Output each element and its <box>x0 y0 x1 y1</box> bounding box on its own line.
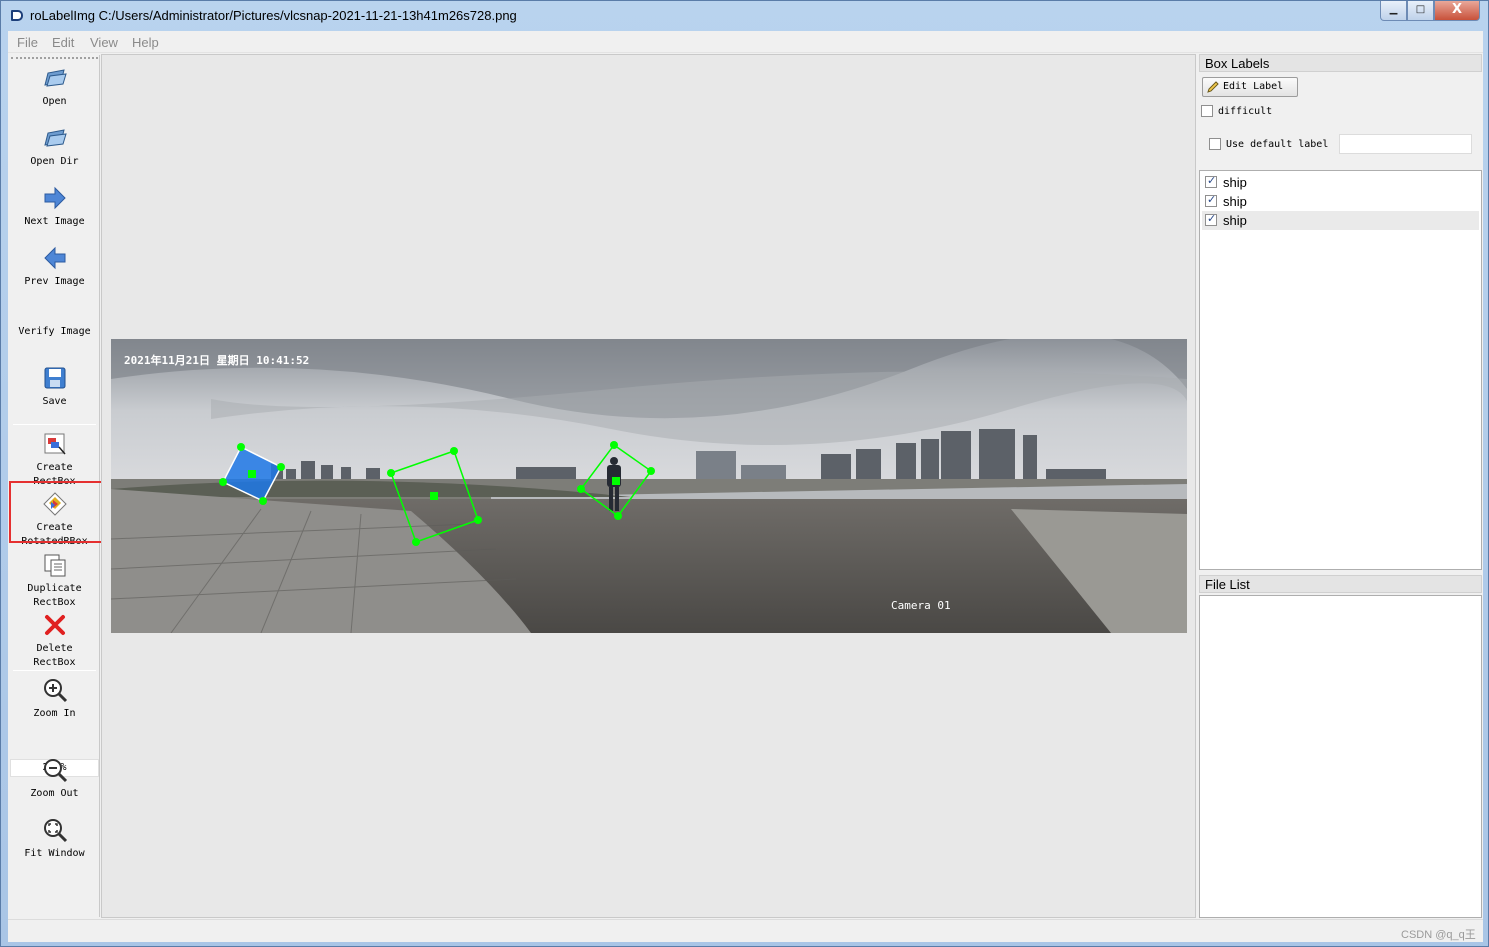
open-button[interactable]: Open <box>9 65 100 109</box>
menu-bar: File Edit View Help <box>8 31 1483 53</box>
file-list-title: File List <box>1199 575 1482 593</box>
window-title: roLabelImg C:/Users/Administrator/Pictur… <box>30 8 517 23</box>
list-item-selected[interactable]: ship <box>1202 211 1479 230</box>
prev-image-label: Prev Image <box>24 276 85 287</box>
label-text: ship <box>1223 213 1247 228</box>
edit-label-button[interactable]: Edit Label <box>1202 77 1298 97</box>
app-window: roLabelImg C:/Users/Administrator/Pictur… <box>0 0 1489 947</box>
save-label: Save <box>42 396 67 407</box>
annotated-image[interactable]: 2021年11月21日 星期日 10:41:52 Camera 01 <box>111 339 1187 633</box>
zoom-out-icon <box>43 759 67 783</box>
pencil-icon <box>1207 81 1219 93</box>
label-checkbox[interactable] <box>1205 174 1217 188</box>
title-bar[interactable]: roLabelImg C:/Users/Administrator/Pictur… <box>1 1 1488 31</box>
save-icon <box>44 367 65 389</box>
create-rectbox-label-1: Create <box>36 462 73 473</box>
create-box-icon <box>44 433 66 455</box>
zoom-out-label: Zoom Out <box>30 788 79 799</box>
red-highlight-box <box>9 481 103 543</box>
status-bar <box>8 919 1483 942</box>
label-text: ship <box>1223 194 1247 209</box>
fit-window-button[interactable]: Fit Window <box>9 817 100 861</box>
duplicate-rectbox-button[interactable]: Duplicate RectBox <box>9 552 100 610</box>
open-label: Open <box>42 96 67 107</box>
label-text: ship <box>1223 175 1247 190</box>
delete-rectbox-button[interactable]: Delete RectBox <box>9 612 100 670</box>
image-canvas[interactable]: 2021年11月21日 星期日 10:41:52 Camera 01 <box>101 54 1196 918</box>
app-icon <box>11 10 23 21</box>
verify-image-button[interactable]: Verify Image <box>9 325 100 339</box>
delete-x-icon <box>44 615 65 635</box>
duplicate-label-1: Duplicate <box>27 583 82 594</box>
delete-label-2: RectBox <box>33 657 76 668</box>
zoom-out-button[interactable]: Zoom Out <box>9 757 100 801</box>
menu-edit[interactable]: Edit <box>52 35 74 50</box>
menu-file[interactable]: File <box>17 35 38 50</box>
open-dir-label: Open Dir <box>30 156 79 167</box>
toolbar-separator <box>13 424 96 425</box>
delete-label-1: Delete <box>36 643 73 654</box>
arrow-left-icon <box>43 246 65 270</box>
default-label-input[interactable] <box>1339 134 1472 154</box>
image-camera-label: Camera 01 <box>891 599 951 612</box>
minimize-button[interactable]: ▁ <box>1380 1 1407 21</box>
maximize-button[interactable]: □ <box>1407 1 1434 21</box>
label-checkbox[interactable] <box>1205 212 1217 226</box>
difficult-label: difficult <box>1218 106 1273 117</box>
folder-open-icon <box>43 129 67 147</box>
fit-window-icon <box>43 819 67 843</box>
menu-help[interactable]: Help <box>132 35 159 50</box>
menu-view[interactable]: View <box>90 35 118 50</box>
use-default-label-checkbox[interactable] <box>1209 138 1221 150</box>
list-item[interactable]: ship <box>1202 173 1479 192</box>
zoom-in-label: Zoom In <box>33 708 76 719</box>
arrow-right-icon <box>44 186 66 210</box>
toolbar-separator <box>13 670 96 671</box>
save-button[interactable]: Save <box>9 365 100 409</box>
watermark-text: CSDN @q_q王 <box>1401 929 1476 941</box>
open-dir-button[interactable]: Open Dir <box>9 125 100 169</box>
difficult-checkbox[interactable] <box>1201 105 1213 117</box>
edit-label-text: Edit Label <box>1223 81 1284 92</box>
label-checkbox[interactable] <box>1205 193 1217 207</box>
next-image-label: Next Image <box>24 216 85 227</box>
next-image-button[interactable]: Next Image <box>9 185 100 229</box>
folder-open-icon <box>43 69 67 87</box>
toolbar-grip[interactable] <box>11 57 98 60</box>
duplicate-icon <box>44 554 65 577</box>
zoom-in-button[interactable]: Zoom In <box>9 677 100 721</box>
use-default-label-text: Use default label <box>1226 139 1329 150</box>
right-dock: Box Labels Edit Label difficult Use defa… <box>1199 54 1482 918</box>
file-list[interactable] <box>1199 595 1482 918</box>
verify-image-label: Verify Image <box>18 326 91 337</box>
duplicate-label-2: RectBox <box>33 597 76 608</box>
label-list[interactable]: ship ship ship <box>1199 170 1482 570</box>
close-button[interactable]: X <box>1434 1 1480 21</box>
box-labels-title: Box Labels <box>1199 54 1482 72</box>
zoom-in-icon <box>43 679 67 703</box>
prev-image-button[interactable]: Prev Image <box>9 245 100 289</box>
image-timestamp: 2021年11月21日 星期日 10:41:52 <box>124 353 309 367</box>
list-item[interactable]: ship <box>1202 192 1479 211</box>
fit-window-label: Fit Window <box>24 848 85 859</box>
main-area: File Edit View Help Open Open Dir Next I… <box>8 31 1483 942</box>
